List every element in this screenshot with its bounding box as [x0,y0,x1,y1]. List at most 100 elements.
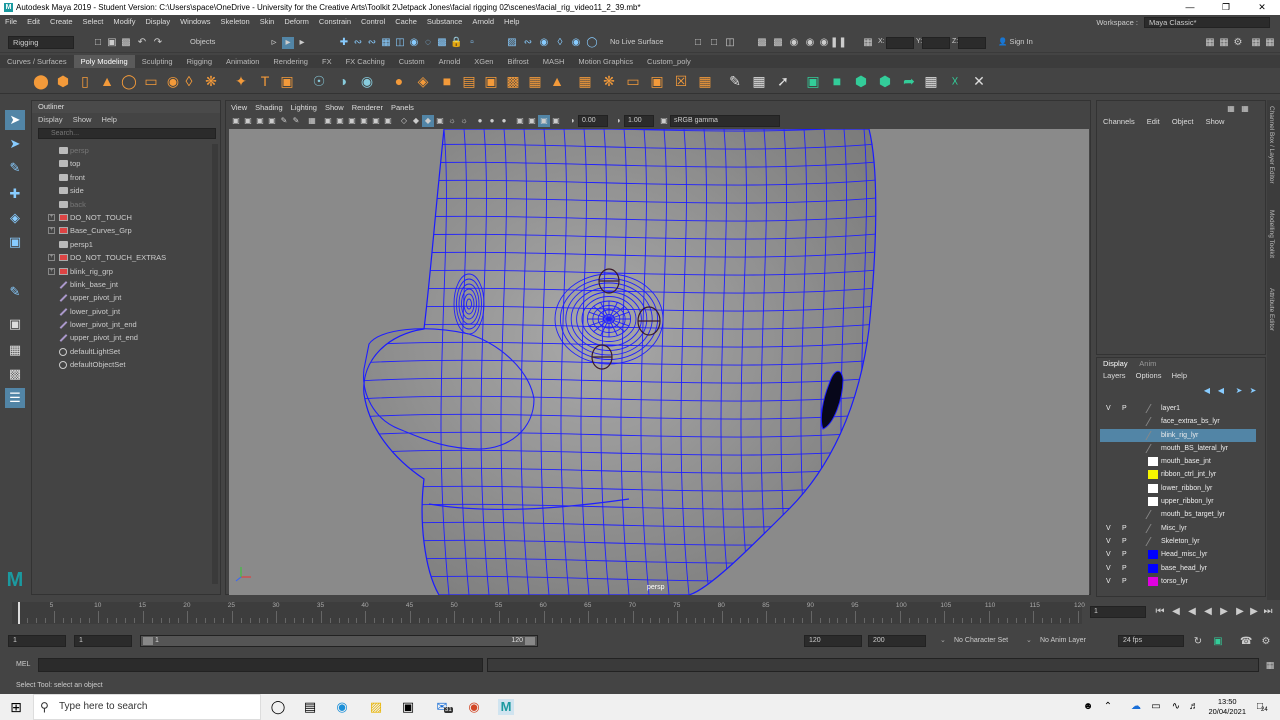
combine-icon[interactable]: ☉ [310,72,328,90]
menu-help[interactable]: Help [499,15,524,29]
menu-constrain[interactable]: Constrain [314,15,356,29]
render-view-icon[interactable]: ▩ [756,37,768,49]
powerpoint-icon[interactable]: ◉ [466,699,482,715]
outliner-item[interactable]: + Base_Curves_Grp [32,224,212,237]
layer-row[interactable]: upper_ribbon_lyr [1100,495,1256,508]
windows-start-icon[interactable]: ⊞ [8,699,24,715]
onedrive-icon[interactable]: ☁ [1128,699,1144,715]
input-ops-icon[interactable]: □ [692,37,704,49]
play-forwards-icon[interactable]: ▶ [1218,606,1230,618]
super-shape-icon[interactable]: ❋ [202,72,220,90]
layer-playback-toggle[interactable]: P [1122,575,1132,588]
snap-together-icon[interactable]: ◯ [586,37,598,49]
unfold-icon[interactable]: ☓ [946,72,964,90]
layer-row[interactable]: V P Skeleton_lyr [1100,535,1256,548]
conform-icon[interactable]: ▦ [696,72,714,90]
layer-playback-toggle[interactable]: P [1122,535,1132,548]
range-start-handle[interactable] [143,637,153,645]
outliner-item[interactable]: defaultObjectSet [32,358,212,371]
viewport-menu-view[interactable]: View [231,103,247,112]
poly-sphere-icon[interactable]: ⬤ [32,72,50,90]
layer-row[interactable]: ribbon_ctrl_jnt_lyr [1100,468,1256,481]
layer-row[interactable]: mouth_base_jnt [1100,455,1256,468]
uv-editor-icon[interactable]: ➦ [900,72,918,90]
outliner-icon[interactable]: ▦ [1264,37,1276,49]
character-set-dropdown[interactable]: No Character Set [954,637,1008,644]
mask-deformations-icon[interactable]: ◫ [394,37,406,49]
show-menu[interactable]: Show [1206,117,1225,126]
render-frame-icon[interactable]: ▩ [772,37,784,49]
layer-color-swatch[interactable] [1148,497,1158,507]
layer-color-swatch[interactable] [1145,523,1161,533]
menu-arnold[interactable]: Arnold [467,15,499,29]
gamma-icon[interactable]: ◑ [612,115,624,127]
layer-row[interactable]: mouth_BS_lateral_lyr [1100,442,1256,455]
view-transform-dropdown[interactable]: sRGB gamma [670,115,780,127]
outliner-item[interactable]: lower_pivot_jnt_end [32,318,212,331]
outliner-item[interactable]: upper_pivot_jnt [32,291,212,304]
perspective-viewport[interactable]: persp [229,129,1089,595]
mask-misc-icon[interactable]: ▩ [436,37,448,49]
shelf-tab-rigging[interactable]: Rigging [180,55,219,68]
range-end-handle[interactable] [525,637,535,645]
tab-modelling-toolkit[interactable]: Modelling Toolkit [1268,210,1275,258]
shelf-tab-mash[interactable]: MASH [536,55,572,68]
menu-deform[interactable]: Deform [279,15,314,29]
shelf-tab-bifrost[interactable]: Bifrost [500,55,535,68]
taskbar-clock[interactable]: 13:50 20/04/2021 [1208,697,1246,717]
bevel-icon[interactable]: ▣ [482,72,500,90]
layout-uvs-icon[interactable]: ✕ [970,72,988,90]
lock-selection-icon[interactable]: 🔒 [450,37,462,49]
shelf-tab-rendering[interactable]: Rendering [266,55,315,68]
2d-pan-zoom-icon[interactable]: ✎ [278,115,290,127]
highlight-selection-icon[interactable]: ▫ [466,37,478,49]
layer-color-swatch[interactable] [1145,510,1161,520]
channel-box-attr-icon[interactable]: ▦ [1239,103,1251,115]
type-tool-icon[interactable]: T [256,72,274,90]
quadrangulate-icon[interactable]: ❋ [600,72,618,90]
poke-icon[interactable]: ▣ [648,72,666,90]
play-backwards-icon[interactable]: ◀ [1202,606,1214,618]
film-gate-icon[interactable]: ▣ [322,115,334,127]
selection-mask-icon[interactable]: ✚ [338,37,350,49]
poly-cylinder-icon[interactable]: ▯ [76,72,94,90]
time-slider[interactable]: 5 10 15 20 25 30 35 40 45 50 55 60 65 70 75 80 85 90 95 100… [0,600,1280,628]
outliner-menu-display[interactable]: Display [38,115,63,124]
menu-substance[interactable]: Substance [422,15,467,29]
menu-display[interactable]: Display [141,15,176,29]
fill-hole-icon[interactable]: ▩ [504,72,522,90]
playhead[interactable] [18,602,20,624]
menu-create[interactable]: Create [45,15,78,29]
layer-row[interactable]: V Pbase_head_lyr [1100,562,1256,575]
outliner-item[interactable]: front [32,171,212,184]
bridge-icon[interactable]: ▤ [460,72,478,90]
shadows-icon[interactable]: ☼ [458,115,470,127]
layer-row[interactable]: lower_ribbon_lyr [1100,482,1256,495]
tray-chevron-icon[interactable]: ⌃ [1100,699,1116,715]
mel-label[interactable]: MEL [16,661,30,668]
layer-visibility-toggle[interactable]: V [1106,575,1116,588]
layer-row[interactable]: V Player1 [1100,402,1256,415]
audio-icon[interactable]: ☎ [1240,636,1252,648]
layer-color-swatch[interactable] [1145,443,1161,453]
resolution-gate-icon[interactable]: ▣ [334,115,346,127]
edit-menu[interactable]: Edit [1147,117,1160,126]
layer-playback-toggle[interactable]: P [1122,548,1132,561]
sweep-mesh-icon[interactable]: ✦ [232,72,250,90]
single-perspective-layout-icon[interactable]: ▣ [5,314,25,334]
script-editor-icon[interactable]: ▦ [1264,659,1276,671]
outliner-menu-show[interactable]: Show [73,115,92,124]
exposure-field[interactable]: 0.00 [578,115,608,127]
snap-view-plane-icon[interactable]: ◊ [554,37,566,49]
new-layer-selected-icon[interactable]: ➤ [1247,385,1259,397]
range-bar[interactable]: 1 120 [140,635,538,647]
sign-in-button[interactable]: 👤 Sign In [998,36,1074,49]
head-mesh-wireframe[interactable] [229,129,1089,595]
playback-end-field[interactable]: 120 [804,635,862,647]
x-field[interactable] [886,37,914,49]
layer-color-swatch[interactable] [1148,550,1158,560]
color-management-icon[interactable]: ▣ [658,115,670,127]
outliner-layout-icon[interactable]: ☰ [5,388,25,408]
open-scene-icon[interactable]: ▣ [106,37,118,49]
planar-mapping-icon[interactable]: ■ [828,72,846,90]
